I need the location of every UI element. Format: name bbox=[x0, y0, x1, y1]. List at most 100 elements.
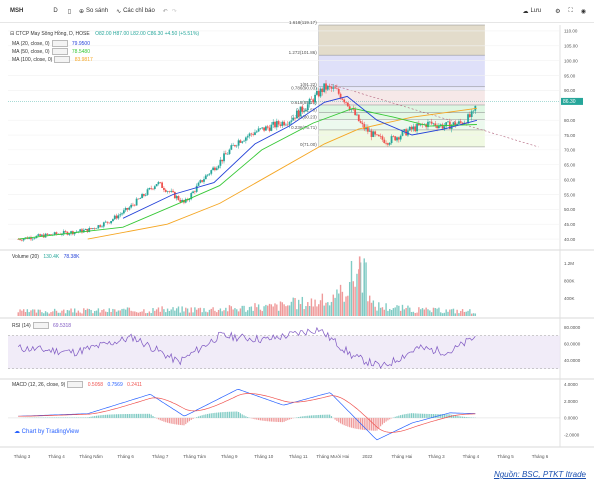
volume-bar bbox=[236, 309, 238, 316]
volume-legend: Volume (20) 130.4K 78.38K bbox=[12, 254, 79, 260]
volume-bar bbox=[77, 310, 80, 316]
candle-body bbox=[319, 88, 322, 97]
candle-body bbox=[332, 87, 335, 89]
volume-bar bbox=[46, 312, 49, 316]
macd-histogram-bar bbox=[130, 413, 132, 418]
volume-bar bbox=[385, 303, 387, 316]
candle-body bbox=[366, 127, 369, 132]
candle-body bbox=[102, 222, 105, 227]
volume-bar bbox=[196, 309, 198, 316]
volume-bar bbox=[352, 281, 355, 316]
volume-bar bbox=[338, 293, 340, 316]
volume-bar bbox=[223, 310, 225, 316]
volume-bar bbox=[115, 311, 118, 316]
candle-body bbox=[221, 159, 224, 162]
candle-body bbox=[163, 187, 165, 190]
candle-body bbox=[177, 196, 180, 201]
tradingview-credit[interactable]: ☁ Chart by TradingView bbox=[14, 428, 79, 435]
candle-body bbox=[212, 167, 214, 171]
volume-bar bbox=[467, 310, 469, 316]
ma100-settings[interactable] bbox=[54, 56, 71, 63]
candle-body bbox=[192, 191, 194, 194]
macd-histogram-bar bbox=[154, 417, 156, 418]
candle-body bbox=[95, 228, 98, 229]
candle-body bbox=[168, 191, 171, 192]
candle-body bbox=[155, 184, 158, 187]
volume-bar bbox=[367, 301, 369, 316]
macd-histogram-bar bbox=[146, 413, 149, 418]
macd-histogram-bar bbox=[394, 416, 396, 418]
macd-histogram-bar bbox=[389, 417, 391, 420]
volume-bar bbox=[463, 311, 466, 316]
macd-histogram-bar bbox=[228, 411, 231, 418]
volume-bar bbox=[199, 307, 202, 316]
candle-body bbox=[153, 186, 156, 189]
macd-settings[interactable] bbox=[67, 381, 84, 388]
volume-bar bbox=[265, 304, 267, 316]
volume-bar bbox=[410, 311, 413, 316]
macd-histogram-bar bbox=[385, 417, 387, 422]
time-axis-label: Tháng 5 bbox=[497, 454, 514, 459]
macd-histogram-bar bbox=[254, 417, 256, 420]
volume-bar bbox=[318, 304, 320, 316]
volume-bar bbox=[454, 313, 456, 316]
candle-body bbox=[133, 204, 136, 206]
macd-histogram-bar bbox=[367, 417, 369, 431]
price-axis-label: 86.30 bbox=[563, 99, 576, 105]
macd-histogram-bar bbox=[239, 413, 242, 418]
candle-body bbox=[122, 210, 125, 214]
volume-bar bbox=[270, 304, 273, 316]
candle-body bbox=[97, 225, 100, 229]
volume-bar bbox=[438, 307, 440, 316]
volume-bar bbox=[450, 309, 453, 316]
volume-bar bbox=[108, 308, 110, 316]
candle-body bbox=[303, 111, 306, 112]
volume-bar bbox=[399, 310, 402, 316]
collapse-icon[interactable]: ⊟ bbox=[10, 31, 14, 37]
volume-bar bbox=[17, 312, 19, 316]
volume-bar bbox=[325, 302, 327, 316]
tradingview-logo-icon: ☁ bbox=[14, 429, 20, 435]
volume-bar bbox=[345, 296, 347, 316]
ma100-label: MA (100, close, 0) bbox=[12, 56, 53, 63]
candle-body bbox=[166, 191, 169, 192]
macd-histogram-bar bbox=[170, 417, 172, 424]
macd-histogram-bar bbox=[405, 413, 407, 418]
macd-histogram-bar bbox=[132, 413, 134, 418]
volume-bar bbox=[465, 311, 467, 316]
candle-body bbox=[414, 126, 417, 132]
volume-bar bbox=[39, 309, 41, 316]
rsi-axis-label: 40.0000 bbox=[564, 358, 581, 363]
fib-level-label: 0(71.00) bbox=[300, 142, 317, 147]
volume-bar bbox=[259, 309, 262, 316]
candle-body bbox=[37, 234, 40, 236]
candle-body bbox=[170, 190, 173, 192]
ma50-settings[interactable] bbox=[51, 48, 68, 55]
volume-bar bbox=[206, 312, 209, 316]
volume-bar bbox=[379, 307, 382, 316]
price-axis-label: 75.00 bbox=[564, 133, 576, 138]
macd-axis-label: 0.0000 bbox=[564, 416, 578, 421]
candle-body bbox=[235, 145, 238, 147]
candle-body bbox=[403, 129, 406, 131]
rsi-settings[interactable] bbox=[32, 322, 49, 329]
volume-bar bbox=[365, 262, 367, 316]
ma20-settings[interactable] bbox=[51, 40, 68, 47]
candle-body bbox=[230, 145, 233, 150]
candle-body bbox=[281, 121, 284, 126]
candle-body bbox=[372, 131, 375, 137]
candle-body bbox=[277, 121, 280, 125]
candle-body bbox=[410, 126, 413, 130]
volume-spike bbox=[363, 263, 366, 316]
candle-body bbox=[243, 140, 245, 142]
macd-histogram-bar bbox=[381, 417, 384, 425]
candle-body bbox=[285, 124, 287, 126]
macd-signal-line bbox=[18, 393, 476, 433]
source-note[interactable]: Nguồn: BSC, PTKT Itrade bbox=[494, 470, 586, 479]
macd-histogram-bar bbox=[409, 413, 411, 418]
candle-body bbox=[447, 121, 449, 123]
volume-bar bbox=[168, 310, 171, 316]
volume-bar bbox=[73, 308, 76, 316]
candle-body bbox=[104, 221, 107, 223]
candle-body bbox=[346, 102, 349, 107]
